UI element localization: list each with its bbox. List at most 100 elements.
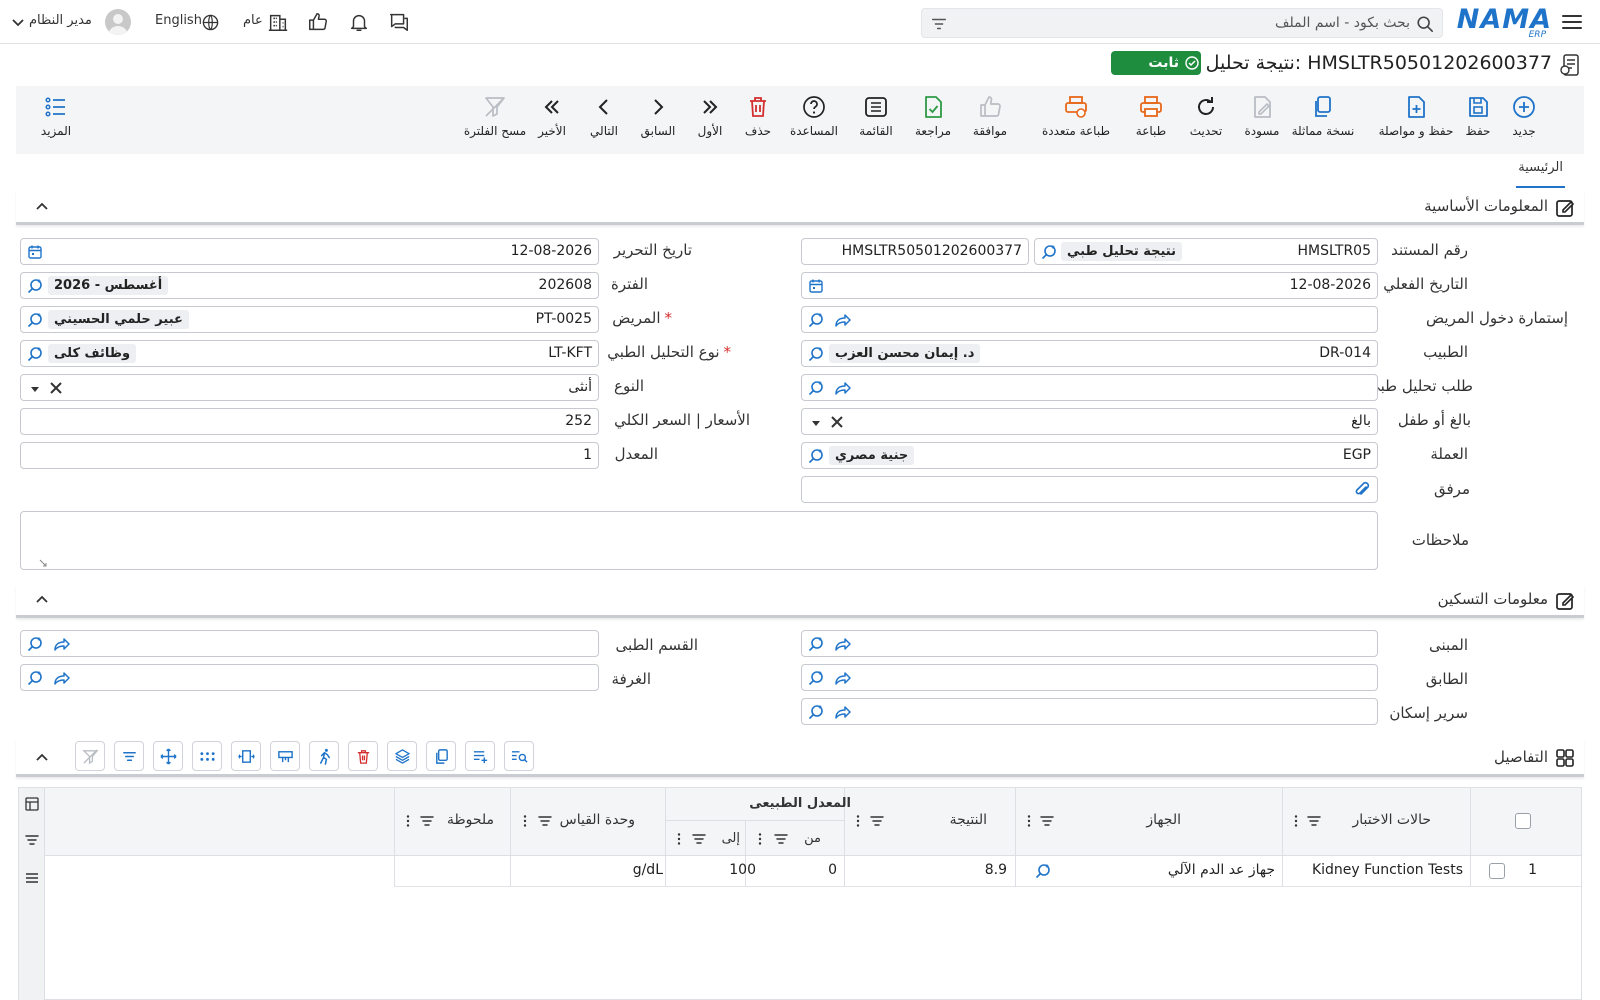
share-icon[interactable] (833, 635, 851, 653)
column-menu-icon[interactable] (1289, 814, 1303, 828)
share-icon[interactable] (52, 669, 70, 687)
column-header-result[interactable]: النتيجة (950, 812, 987, 828)
move-button[interactable] (153, 741, 183, 771)
actual-date-field[interactable]: 12-08-2026 (801, 272, 1378, 299)
review-button[interactable]: مراجعة (903, 94, 963, 150)
bell-icon[interactable] (348, 11, 370, 33)
calendar-icon[interactable] (808, 278, 824, 294)
price-field[interactable]: 252 (20, 408, 599, 435)
period-field[interactable]: 202608 2026 - أغسطس (20, 272, 599, 299)
column-menu-icon[interactable] (1022, 814, 1036, 828)
menu-icon[interactable] (1560, 10, 1584, 34)
attachment-field[interactable] (801, 476, 1378, 503)
filter-button[interactable] (114, 741, 144, 771)
more-button[interactable]: المزيد (26, 94, 86, 150)
search-lines-button[interactable] (504, 741, 534, 771)
search-icon[interactable] (1416, 15, 1434, 33)
list-button[interactable]: القائمة (846, 94, 906, 150)
duplicate-button[interactable]: نسخة مماثلة (1288, 94, 1358, 150)
cell-result[interactable]: 8.9 (985, 862, 1007, 878)
fit-columns-button[interactable] (231, 741, 261, 771)
share-icon[interactable] (833, 311, 851, 329)
copy-row-button[interactable] (426, 741, 456, 771)
admission-field[interactable] (801, 306, 1378, 333)
column-header-test-cases[interactable]: حالات الاختبار (1352, 812, 1431, 828)
table-row[interactable]: 1 Kidney Function Tests جهاز عد الدم الآ… (394, 856, 1581, 887)
first-button[interactable]: الأول (680, 94, 740, 150)
department-field[interactable] (20, 630, 599, 657)
row-checkbox[interactable] (1489, 863, 1505, 879)
edit-date-field[interactable]: 12-08-2026 (20, 238, 599, 265)
search-plus-icon[interactable] (807, 703, 825, 721)
save-button[interactable]: حفظ (1448, 94, 1508, 150)
column-filter-icon[interactable] (1307, 814, 1321, 828)
chevron-up-icon[interactable] (34, 750, 50, 766)
cell-unit[interactable]: g/dL (633, 862, 663, 878)
lab-request-field[interactable] (801, 374, 1378, 401)
search-plus-icon[interactable] (26, 277, 44, 295)
basic-info-header[interactable]: المعلومات الأساسية (16, 191, 1584, 225)
clear-icon[interactable] (49, 381, 63, 395)
add-lines-button[interactable] (465, 741, 495, 771)
doc-book-field[interactable]: HMSLTR05 نتيجة تحليل طبي (1034, 238, 1378, 265)
caret-down-icon[interactable] (29, 383, 41, 395)
search-plus-icon[interactable] (26, 311, 44, 329)
cell-test-case[interactable]: Kidney Function Tests (1312, 862, 1463, 878)
select-all-checkbox[interactable] (1515, 813, 1531, 829)
run-button[interactable] (309, 741, 339, 771)
floor-field[interactable] (801, 664, 1378, 691)
search-plus-icon[interactable] (807, 635, 825, 653)
search-plus-icon[interactable] (807, 447, 825, 465)
search-plus-icon[interactable] (807, 311, 825, 329)
share-icon[interactable] (833, 703, 851, 721)
globe-icon[interactable] (201, 13, 220, 32)
column-filter-icon[interactable] (420, 814, 434, 828)
paperclip-icon[interactable] (1353, 481, 1371, 499)
chevron-up-icon[interactable] (34, 592, 50, 608)
branch-label[interactable]: عام (243, 13, 263, 28)
search-plus-icon[interactable] (807, 669, 825, 687)
refresh-button[interactable]: تحديث (1176, 94, 1236, 150)
approve-button[interactable]: موافقة (960, 94, 1020, 150)
tab-main[interactable]: الرئيسية (1516, 160, 1565, 188)
gender-select[interactable]: أنثى (20, 374, 599, 401)
column-header-to[interactable]: إلى (722, 831, 740, 846)
column-menu-icon[interactable] (753, 832, 767, 846)
thumbs-up-icon[interactable] (307, 11, 329, 33)
column-menu-icon[interactable] (672, 832, 686, 846)
save-continue-button[interactable]: حفظ و مواصلة (1376, 94, 1456, 150)
building-field[interactable] (801, 630, 1378, 657)
chevron-up-icon[interactable] (34, 199, 50, 215)
column-filter-icon[interactable] (538, 814, 552, 828)
search-plus-icon[interactable] (807, 379, 825, 397)
calendar-icon[interactable] (27, 244, 43, 260)
logo[interactable]: NAMA ERP (1457, 4, 1552, 40)
language-switch[interactable]: English (155, 13, 202, 28)
previous-button[interactable]: السابق (628, 94, 688, 150)
search-plus-icon[interactable] (26, 345, 44, 363)
doc-no-field[interactable]: HMSLTR50501202600377 (801, 238, 1029, 265)
search-plus-icon[interactable] (26, 669, 44, 687)
clear-icon[interactable] (830, 415, 844, 429)
notes-textarea[interactable] (20, 511, 1378, 570)
column-filter-icon[interactable] (774, 832, 788, 846)
column-menu-icon[interactable] (851, 814, 865, 828)
analysis-type-field[interactable]: LT-KFT وظائف كلى (20, 340, 599, 367)
column-menu-icon[interactable] (518, 814, 532, 828)
print-button[interactable]: طباعة (1121, 94, 1181, 150)
cell-to[interactable]: 100 (729, 862, 756, 878)
dots-button[interactable] (192, 741, 222, 771)
share-icon[interactable] (52, 635, 70, 653)
last-button[interactable]: الأخير (522, 94, 582, 150)
age-group-select[interactable]: بالغ (801, 408, 1378, 435)
search-plus-icon[interactable] (1034, 862, 1052, 880)
resize-handle-icon[interactable] (39, 559, 47, 567)
search-input[interactable] (970, 13, 1410, 33)
caret-down-icon[interactable] (810, 417, 822, 429)
columns-icon[interactable] (24, 796, 40, 812)
column-filter-icon[interactable] (1040, 814, 1054, 828)
building-icon[interactable] (267, 11, 289, 33)
multi-print-button[interactable]: طباعة متعددة (1031, 94, 1121, 150)
doctor-field[interactable]: DR-014 د. إيمان محسن العزب (801, 340, 1378, 367)
menu-icon[interactable] (24, 870, 40, 886)
